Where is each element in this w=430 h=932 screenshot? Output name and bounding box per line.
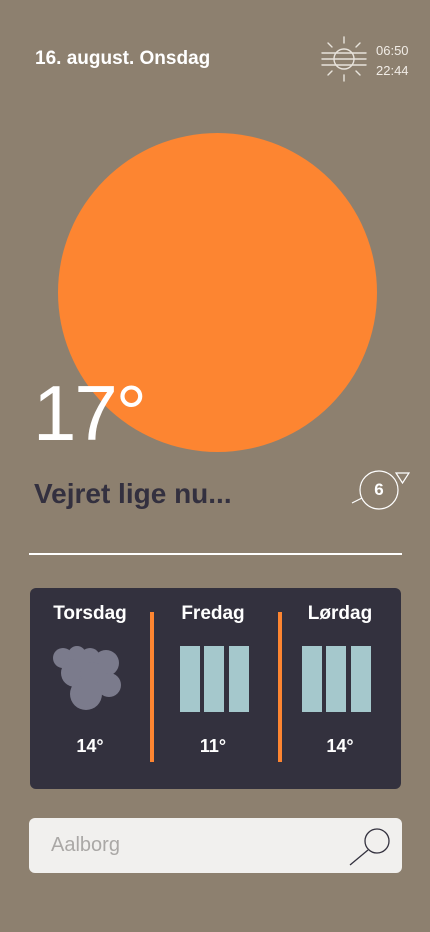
current-weather-label: Vejret lige nu... xyxy=(34,478,232,509)
forecast-day-temp: 14° xyxy=(326,736,354,756)
sunrise-time: 06:50 xyxy=(376,43,409,58)
search-input[interactable] xyxy=(51,818,351,873)
search-icon[interactable] xyxy=(347,827,393,867)
cloud-icon xyxy=(53,646,121,710)
forecast-day-name: Fredag xyxy=(181,603,245,624)
forecast-day-temp: 14° xyxy=(76,736,104,756)
sunrise-sunset-icon xyxy=(321,36,367,82)
wind-speed: 6 xyxy=(374,480,384,499)
current-temperature: 17° xyxy=(33,369,147,457)
forecast-day-thursday[interactable]: Torsdag 14° xyxy=(30,588,150,789)
forecast-day-name: Torsdag xyxy=(53,603,127,624)
rain-icon xyxy=(180,646,249,712)
search-bar xyxy=(29,818,402,873)
forecast-day-saturday[interactable]: Lørdag 14° xyxy=(280,588,400,789)
forecast-day-name: Lørdag xyxy=(307,603,373,624)
forecast-day-friday[interactable]: Fredag 11° xyxy=(153,588,273,789)
forecast-day-temp: 11° xyxy=(199,736,227,756)
forecast-panel: Torsdag 14° Fredag 11° Lørdag 14° xyxy=(30,588,401,789)
sunset-time: 22:44 xyxy=(376,63,409,78)
rain-icon xyxy=(302,646,371,712)
sun-times: 06:50 22:44 xyxy=(376,41,409,81)
current-date: 16. august. Onsdag xyxy=(35,48,211,69)
divider xyxy=(29,553,402,555)
